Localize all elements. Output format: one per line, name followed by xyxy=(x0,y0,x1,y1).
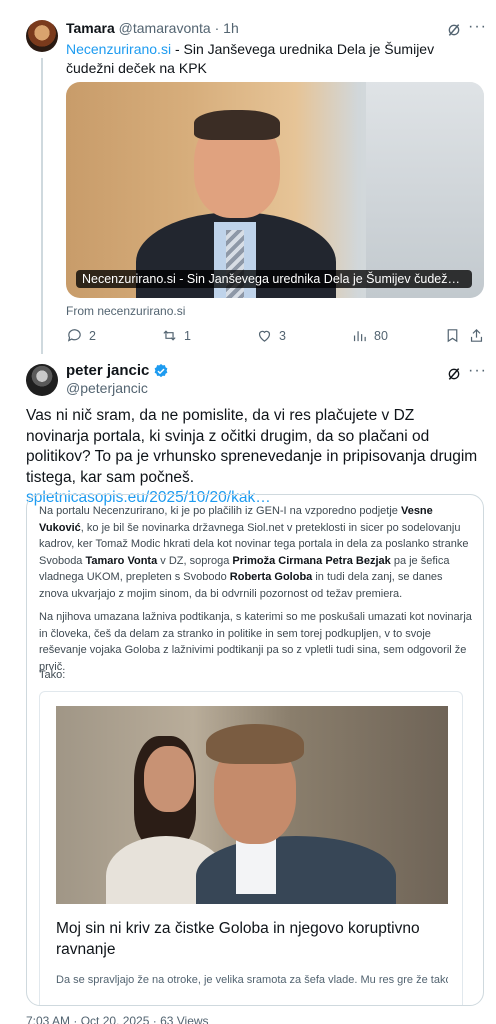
main-author-handle[interactable]: @peterjancic xyxy=(66,380,148,396)
main-author-name-row: peter jancic xyxy=(66,362,169,379)
photo-hair xyxy=(194,110,280,140)
quote-paragraph-3: Tako: xyxy=(39,669,66,681)
share-button[interactable] xyxy=(468,327,485,344)
more-options-icon[interactable]: ··· xyxy=(468,18,487,36)
reply-header: Tamara @tamaravonta · 1h xyxy=(66,20,239,36)
views-icon xyxy=(353,331,366,342)
reply-author-name[interactable]: Tamara xyxy=(66,20,115,36)
reply-timestamp[interactable]: · 1h xyxy=(215,20,239,36)
more-options-icon[interactable]: ··· xyxy=(468,362,487,380)
reply-icon xyxy=(67,329,81,342)
quote-text: v DZ, soproga xyxy=(157,554,233,567)
article-card-image xyxy=(56,706,448,904)
reply-button[interactable]: 2 xyxy=(66,327,96,344)
views-count: 80 xyxy=(374,328,388,343)
thread-connector-line xyxy=(41,58,43,354)
repost-icon xyxy=(163,330,176,341)
tweet-meta-footer: 7:03 AM · Oct 20, 2025 · 63 Views xyxy=(26,1014,209,1024)
grok-icon[interactable] xyxy=(446,22,462,38)
photo-man-hair xyxy=(206,724,304,764)
main-author-name[interactable]: peter jancic xyxy=(66,362,149,379)
repost-button[interactable]: 1 xyxy=(161,327,191,344)
reply-action-bar: 2 1 3 80 xyxy=(66,327,486,347)
reply-author-handle[interactable]: @tamaravonta xyxy=(119,20,211,36)
article-card-title[interactable]: Moj sin ni kriv za čistke Goloba in njeg… xyxy=(56,918,448,960)
avatar-tamara[interactable] xyxy=(26,20,58,52)
article-card[interactable]: Moj sin ni kriv za čistke Goloba in njeg… xyxy=(39,691,463,1005)
like-count: 3 xyxy=(279,328,286,343)
photo-man-suit xyxy=(196,836,396,904)
reply-media-image[interactable]: Necenzurirano.si - Sin Janševega urednik… xyxy=(66,82,484,298)
avatar-peter[interactable] xyxy=(26,364,58,396)
grok-icon[interactable] xyxy=(446,366,462,382)
main-text-body: Vas ni nič sram, da ne pomislite, da vi … xyxy=(26,407,478,486)
photo-woman-face xyxy=(144,746,194,812)
quote-paragraph-2: Na njihova umazana lažniva podtikanja, s… xyxy=(39,611,472,673)
quote-bold-name: Primoža Cirmana Petra Bezjak xyxy=(232,554,391,567)
media-caption: Necenzurirano.si - Sin Janševega urednik… xyxy=(76,270,472,288)
background-door xyxy=(366,82,484,298)
reply-count: 2 xyxy=(89,328,96,343)
like-button[interactable]: 3 xyxy=(256,327,286,344)
heart-icon xyxy=(258,330,271,342)
article-card-description: Da se spravljajo že na otroke, je velika… xyxy=(56,974,448,986)
bookmark-icon xyxy=(447,329,458,343)
verified-badge-icon[interactable] xyxy=(153,363,169,379)
article-embed[interactable]: Na portalu Necenzurirano, ki je po plači… xyxy=(26,494,484,1006)
reply-link[interactable]: Necenzurirano.si xyxy=(66,41,171,57)
views-button[interactable]: 80 xyxy=(351,327,388,344)
quote-text: Na portalu Necenzurirano, ki je po plači… xyxy=(39,505,401,517)
repost-count: 1 xyxy=(184,328,191,343)
quote-bold-name: Roberta Goloba xyxy=(229,571,313,583)
quote-bold-name: Tamaro Vonta xyxy=(85,554,158,567)
share-icon xyxy=(470,328,483,342)
quote-paragraph-1: Na portalu Necenzurirano, ki je po plači… xyxy=(39,503,473,602)
reply-text: Necenzurirano.si - Sin Janševega urednik… xyxy=(66,40,478,78)
bookmark-button[interactable] xyxy=(444,327,461,344)
link-source[interactable]: From necenzurirano.si xyxy=(66,304,185,318)
